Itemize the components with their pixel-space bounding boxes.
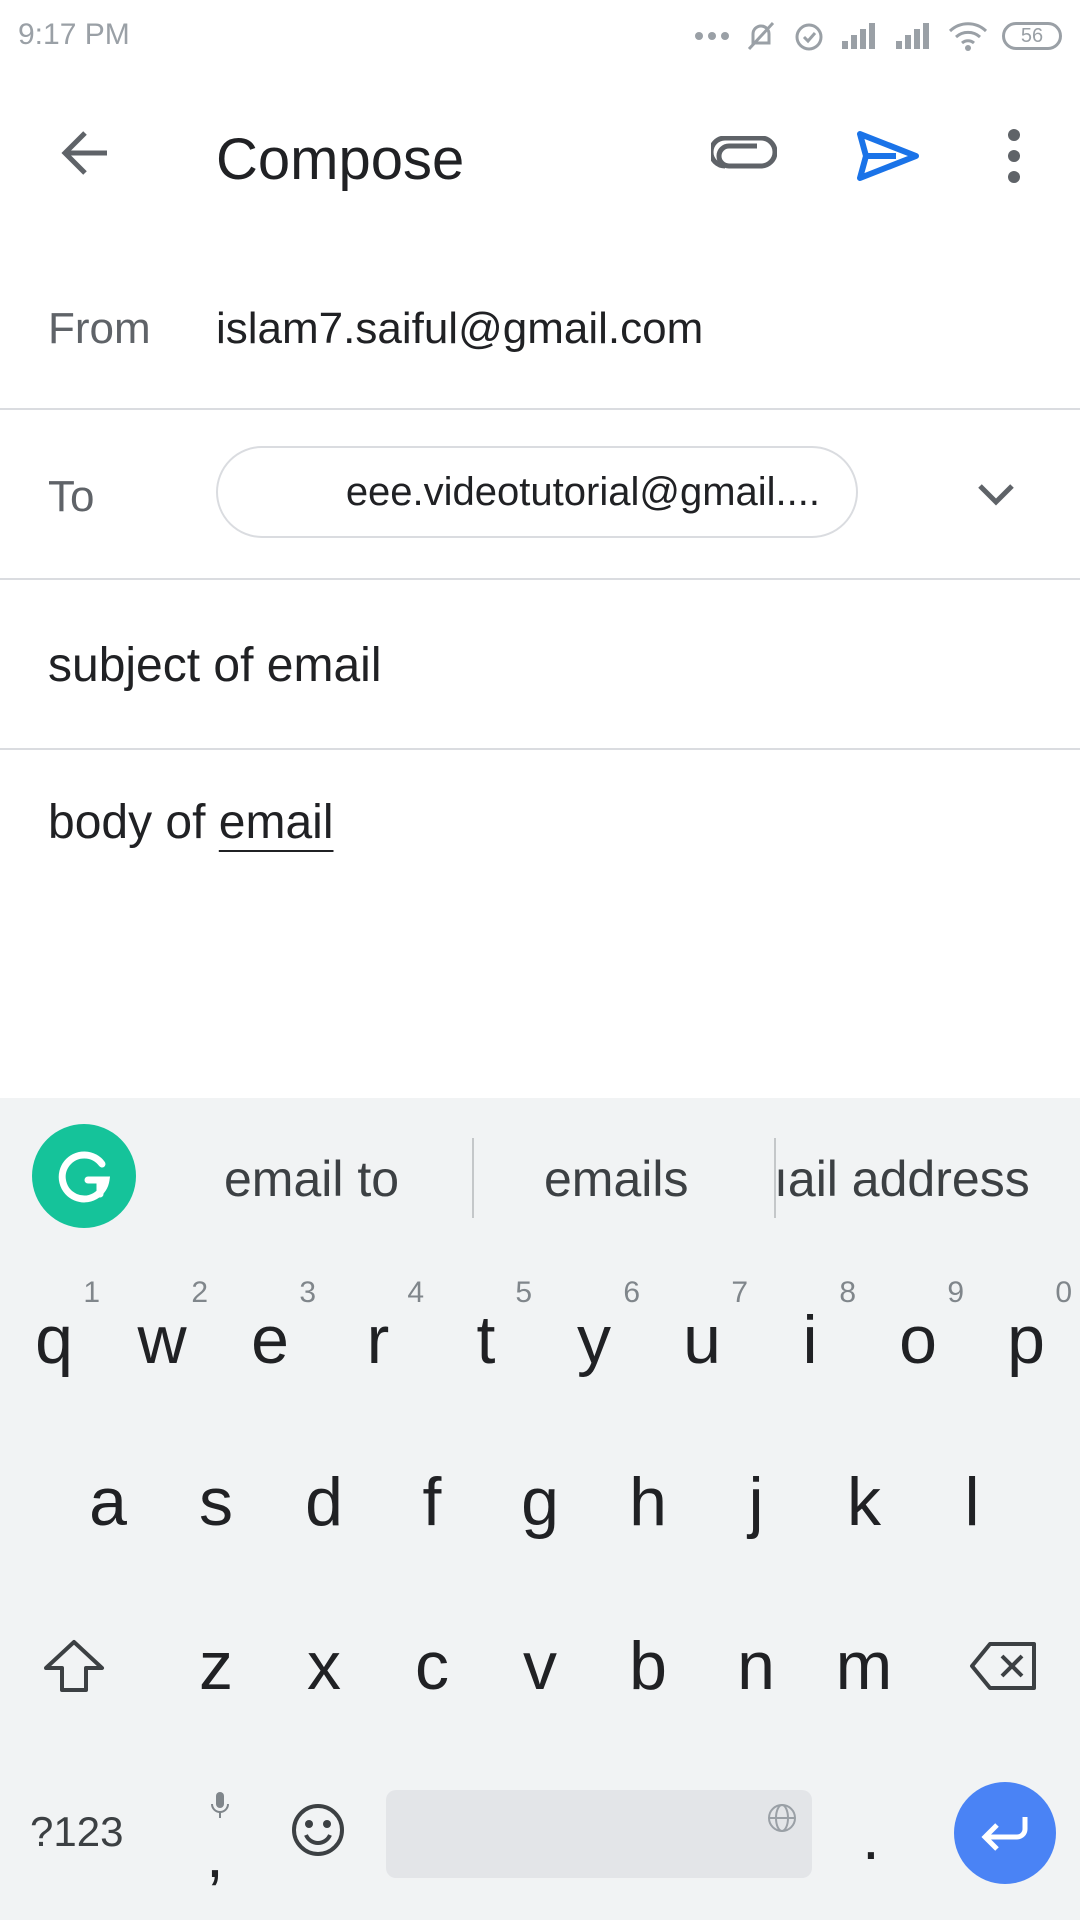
subject-field[interactable]: subject of email: [48, 638, 382, 693]
key-label: q: [35, 1302, 73, 1378]
shift-icon: [44, 1640, 104, 1692]
key-a[interactable]: a: [54, 1442, 162, 1562]
emoji-icon: [292, 1804, 344, 1856]
signal-icon: [842, 23, 875, 49]
key-n[interactable]: n: [702, 1606, 810, 1726]
from-row[interactable]: From islam7.saiful@gmail.com: [0, 242, 1080, 410]
enter-key[interactable]: [954, 1782, 1056, 1884]
suggestion-bar: email to emails ıail address: [0, 1098, 1080, 1258]
body-composing-word: email: [218, 796, 334, 849]
key-number-hint: 9: [947, 1276, 964, 1309]
grammarly-button[interactable]: [32, 1124, 136, 1228]
key-k[interactable]: k: [810, 1442, 918, 1562]
key-t[interactable]: t5: [432, 1276, 540, 1400]
suggestion-1[interactable]: email to: [224, 1150, 399, 1208]
key-label: t: [476, 1302, 496, 1378]
page-title: Compose: [216, 127, 465, 192]
emoji-key[interactable]: [290, 1802, 346, 1863]
key-u[interactable]: u7: [648, 1276, 756, 1400]
space-key[interactable]: [386, 1790, 812, 1878]
key-number-hint: 6: [623, 1276, 640, 1309]
key-w[interactable]: w2: [108, 1276, 216, 1400]
key-label: y: [577, 1302, 611, 1378]
period-key[interactable]: .: [862, 1800, 880, 1874]
status-time: 9:17 PM: [18, 18, 130, 51]
key-b[interactable]: b: [594, 1606, 702, 1726]
from-label: From: [48, 304, 151, 353]
key-label: o: [899, 1302, 937, 1378]
comma-label: ,: [206, 1819, 224, 1891]
key-q[interactable]: q1: [0, 1276, 108, 1400]
suggestion-2[interactable]: emails: [544, 1150, 688, 1208]
key-number-hint: 8: [839, 1276, 856, 1309]
alarm-icon: [795, 23, 823, 51]
expand-recipients-button[interactable]: [948, 446, 1044, 542]
key-s[interactable]: s: [162, 1442, 270, 1562]
key-e[interactable]: e3: [216, 1276, 324, 1400]
globe-icon: [768, 1804, 796, 1832]
more-vert-icon: [1008, 129, 1020, 183]
subject-row[interactable]: subject of email: [0, 580, 1080, 750]
key-i[interactable]: i8: [756, 1276, 864, 1400]
key-label: p: [1007, 1302, 1045, 1378]
send-icon: [857, 131, 919, 181]
more-options-button[interactable]: [966, 108, 1062, 204]
symbols-key[interactable]: ?123: [30, 1808, 123, 1856]
key-d[interactable]: d: [270, 1442, 378, 1562]
signal-2-icon: [896, 23, 929, 49]
wifi-icon: [948, 22, 988, 51]
key-label: w: [137, 1302, 187, 1378]
backspace-icon: [970, 1642, 1036, 1690]
body-field[interactable]: body of email: [48, 795, 334, 850]
enter-icon: [981, 1817, 1028, 1851]
key-l[interactable]: l: [918, 1442, 1026, 1562]
key-label: u: [683, 1302, 721, 1378]
battery-level: 56: [1020, 24, 1044, 47]
status-bar: 9:17 PM 56: [0, 0, 1080, 72]
from-value: islam7.saiful@gmail.com: [216, 304, 704, 353]
back-button[interactable]: [40, 108, 130, 198]
send-button[interactable]: [840, 108, 936, 204]
to-label: To: [48, 472, 95, 521]
suggestion-3[interactable]: ıail address: [774, 1150, 1030, 1208]
key-label: r: [366, 1302, 390, 1378]
status-icons: 56: [694, 14, 1062, 58]
grammarly-icon: [58, 1151, 111, 1203]
key-o[interactable]: o9: [864, 1276, 972, 1400]
key-number-hint: 0: [1055, 1276, 1072, 1309]
shift-key[interactable]: [20, 1606, 128, 1726]
key-m[interactable]: m: [810, 1606, 918, 1726]
key-v[interactable]: v: [486, 1606, 594, 1726]
attach-button[interactable]: [696, 108, 792, 204]
suggestion-divider: [472, 1138, 474, 1218]
key-number-hint: 2: [191, 1276, 208, 1309]
paperclip-icon: [711, 136, 777, 169]
key-number-hint: 1: [83, 1276, 100, 1309]
mute-bell-icon: [747, 21, 775, 51]
recipient-chip[interactable]: eee.videotutorial@gmail....: [216, 446, 858, 538]
key-number-hint: 5: [515, 1276, 532, 1309]
key-y[interactable]: y6: [540, 1276, 648, 1400]
body-text: body of: [48, 796, 219, 849]
key-z[interactable]: z: [162, 1606, 270, 1726]
more-notifications-icon: [695, 32, 729, 40]
key-number-hint: 7: [731, 1276, 748, 1309]
key-label: i: [802, 1302, 818, 1378]
key-g[interactable]: g: [486, 1442, 594, 1562]
key-r[interactable]: r4: [324, 1276, 432, 1400]
key-h[interactable]: h: [594, 1442, 702, 1562]
comma-mic-key[interactable]: ,: [190, 1790, 250, 1900]
key-x[interactable]: x: [270, 1606, 378, 1726]
key-f[interactable]: f: [378, 1442, 486, 1562]
key-number-hint: 4: [407, 1276, 424, 1309]
key-number-hint: 3: [299, 1276, 316, 1309]
key-label: e: [251, 1302, 289, 1378]
battery-icon: 56: [1002, 22, 1062, 50]
chevron-down-icon: [978, 484, 1014, 506]
key-p[interactable]: p0: [972, 1276, 1080, 1400]
backspace-key[interactable]: [950, 1606, 1058, 1726]
back-arrow-icon: [61, 131, 107, 175]
key-j[interactable]: j: [702, 1442, 810, 1562]
key-c[interactable]: c: [378, 1606, 486, 1726]
